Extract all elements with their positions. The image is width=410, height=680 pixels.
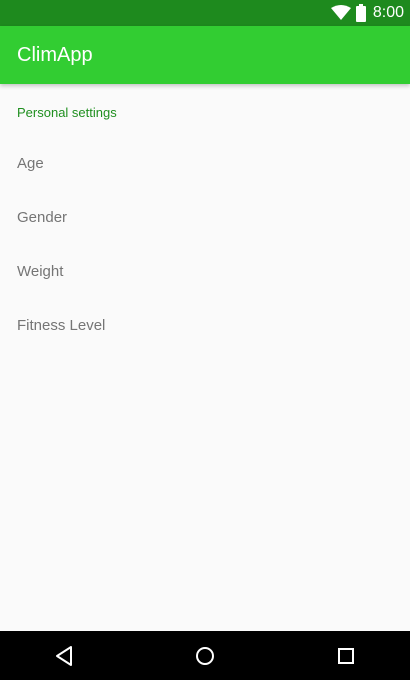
status-icons: 8:00 (330, 0, 404, 26)
wifi-icon (330, 5, 351, 20)
battery-icon (355, 4, 366, 22)
section-header-personal-settings: Personal settings (17, 105, 117, 120)
app-bar: ClimApp (0, 26, 410, 84)
status-time: 8:00 (372, 4, 404, 21)
navigation-bar (0, 631, 410, 680)
settings-list: Personal settings Age Gender Weight Fitn… (0, 84, 410, 631)
pref-label-age: Age (17, 155, 44, 172)
pref-item-age[interactable]: Age (0, 137, 410, 191)
pref-item-gender[interactable]: Gender (0, 191, 410, 245)
pref-label-fitness-level: Fitness Level (17, 317, 106, 334)
app-title: ClimApp (17, 44, 93, 66)
pref-label-weight: Weight (17, 263, 64, 280)
status-bar: 8:00 (0, 0, 410, 26)
pref-label-gender: Gender (17, 209, 68, 226)
recents-icon[interactable] (333, 643, 359, 669)
home-icon[interactable] (192, 643, 218, 669)
pref-item-weight[interactable]: Weight (0, 245, 410, 299)
pref-item-fitness-level[interactable]: Fitness Level (0, 299, 410, 353)
back-icon[interactable] (52, 643, 78, 669)
